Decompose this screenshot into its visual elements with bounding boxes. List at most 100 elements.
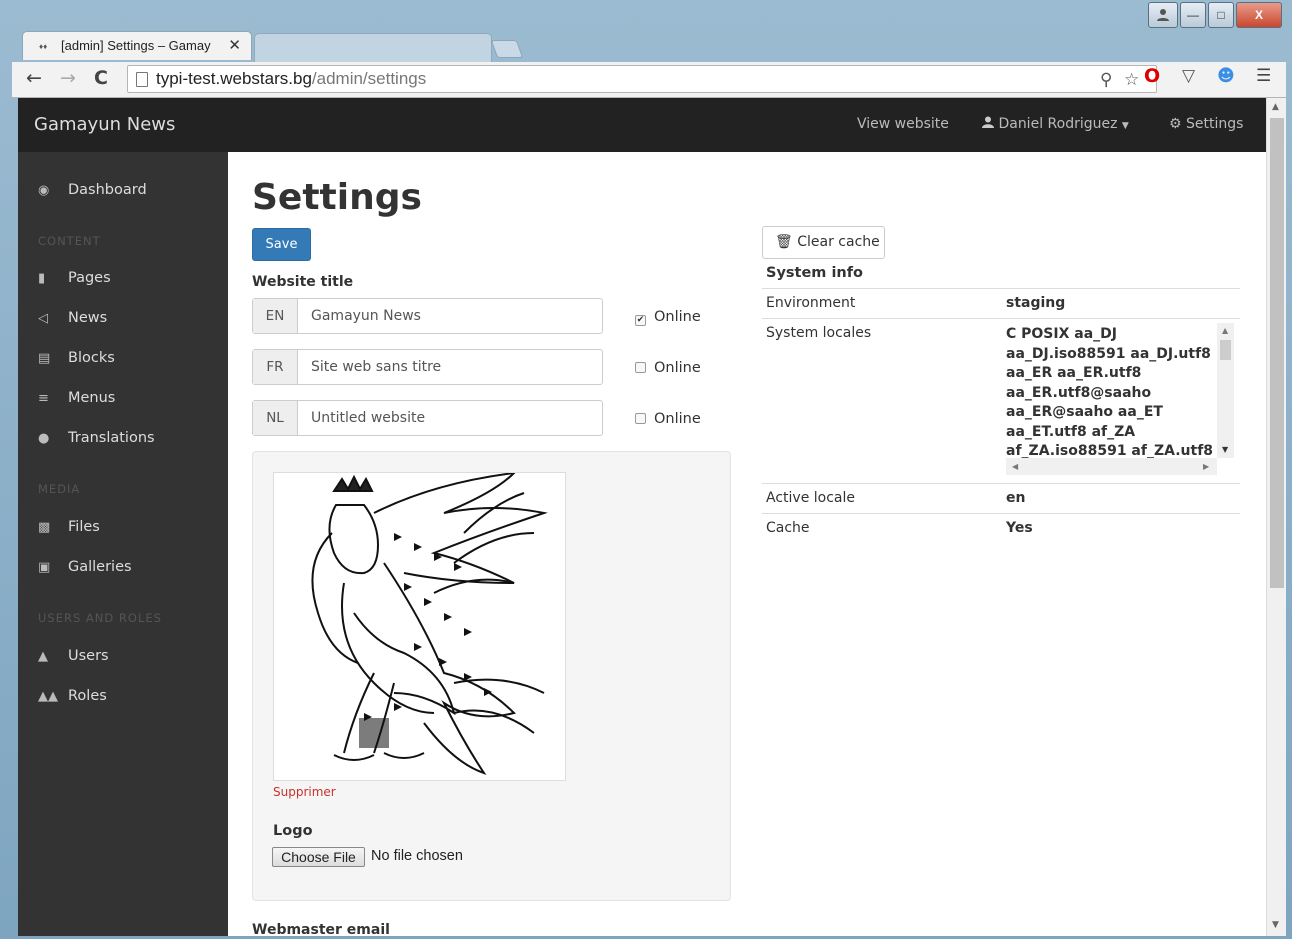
title-input-fr[interactable]: Site web sans titre (311, 359, 441, 375)
close-window-button[interactable]: X (1236, 2, 1282, 28)
sidebar-item-users[interactable]: ▲ Users (38, 648, 109, 670)
online-checkbox-en[interactable]: ✔ Online (635, 309, 715, 329)
menu-icon[interactable]: ☰ (1256, 66, 1271, 86)
profile-button[interactable] (1148, 2, 1178, 28)
online-checkbox-nl[interactable]: Online (635, 411, 715, 431)
user-icon (982, 116, 994, 128)
tab-title: [admin] Settings – Gamay (61, 38, 211, 53)
scroll-up-icon[interactable]: ▲ (1272, 102, 1279, 112)
scroll-right-icon[interactable]: ▶ (1203, 462, 1209, 471)
scroll-down-icon[interactable]: ▼ (1272, 920, 1279, 930)
sidebar-item-label: Menus (68, 390, 116, 406)
settings-link[interactable]: ⚙ Settings (1169, 116, 1243, 132)
page-scrollbar[interactable]: ▲ ▼ (1266, 98, 1286, 936)
checkbox-icon[interactable] (635, 362, 646, 373)
user-menu[interactable]: Daniel Rodriguez ▼ (982, 116, 1129, 132)
sidebar-heading-media: MEDIA (38, 482, 81, 496)
sidebar: ◉ Dashboard CONTENT ▮ Pages ◁ News ▤ Blocks … (18, 152, 228, 936)
logo-panel: Supprimer Logo Choose File No file chose… (252, 451, 731, 901)
page-viewport: Gamayun News View website Daniel Rodrigu… (18, 98, 1266, 936)
title-input-group-fr: FR Site web sans titre (252, 349, 603, 385)
back-arrow-icon[interactable]: ← (26, 67, 42, 89)
system-info-key: System locales (766, 325, 872, 341)
opera-extension-icon[interactable]: O (1144, 65, 1160, 87)
page-title: Settings (252, 177, 422, 218)
sidebar-item-news[interactable]: ◁ News (38, 310, 107, 332)
title-input-group-en: EN Gamayun News (252, 298, 603, 334)
user-name: Daniel Rodriguez (998, 116, 1118, 132)
file-icon: ▮ (38, 271, 46, 286)
sidebar-item-label: Pages (68, 270, 111, 286)
user-icon: ▲ (38, 649, 48, 664)
system-info-title: System info (766, 265, 864, 281)
choose-file-button[interactable]: Choose File (272, 847, 365, 867)
system-info-value: staging (1006, 295, 1066, 311)
minimize-button[interactable]: — (1180, 2, 1206, 28)
address-bar[interactable]: typi-test.webstars.bg/admin/settings ⚲ ☆ (127, 65, 1157, 93)
sidebar-item-dashboard[interactable]: ◉ Dashboard (38, 182, 147, 204)
browser-toolbar: ← → C typi-test.webstars.bg/admin/settin… (12, 62, 1286, 98)
clear-cache-label: Clear cache (797, 234, 880, 250)
sidebar-item-galleries[interactable]: ▣ Galleries (38, 559, 132, 581)
checkbox-icon[interactable] (635, 413, 646, 424)
title-input-nl[interactable]: Untitled website (311, 410, 425, 426)
webmaster-email-label: Webmaster email (252, 922, 390, 936)
browser-tab-active[interactable]: ♦♦ [admin] Settings – Gamay ✕ (22, 31, 252, 60)
sidebar-item-label: Users (68, 648, 109, 664)
checkbox-label: Online (654, 360, 701, 376)
url-host: typi-test.webstars.bg (156, 69, 312, 88)
shield-extension-icon[interactable]: ▽ (1182, 66, 1195, 86)
reload-icon[interactable]: C (94, 67, 108, 89)
sidebar-item-blocks[interactable]: ▤ Blocks (38, 350, 115, 372)
system-info-value: Yes (1006, 520, 1033, 536)
locales-horizontal-scrollbar[interactable]: ◀ ▶ (1006, 458, 1217, 475)
tab-close-icon[interactable]: ✕ (228, 36, 241, 54)
sidebar-item-files[interactable]: ▩ Files (38, 519, 100, 541)
sidebar-item-roles[interactable]: ▲▲ Roles (38, 688, 107, 710)
checkbox-checked-icon[interactable]: ✔ (635, 315, 646, 326)
file-image-icon: ▩ (38, 520, 51, 535)
online-checkbox-fr[interactable]: Online (635, 360, 715, 380)
locales-scrollbox[interactable]: C POSIX aa_DJ aa_DJ.iso88591 aa_DJ.utf8 … (1006, 323, 1235, 478)
system-info-key: Active locale (766, 490, 855, 506)
gamayun-bird-illustration (311, 471, 548, 775)
save-button[interactable]: Save (252, 228, 311, 261)
star-icon[interactable]: ☆ (1124, 70, 1139, 90)
zoom-icon[interactable]: ⚲ (1100, 70, 1112, 90)
sidebar-item-menus[interactable]: ≡ Menus (38, 390, 115, 412)
new-tab-button[interactable] (490, 40, 524, 58)
sidebar-item-label: Dashboard (68, 182, 147, 198)
scroll-down-icon[interactable]: ▼ (1222, 445, 1228, 454)
scroll-thumb[interactable] (1220, 340, 1231, 360)
top-navbar: Gamayun News View website Daniel Rodrigu… (18, 98, 1266, 152)
system-info-row-environment: Environment staging (762, 288, 1240, 318)
title-input-group-nl: NL Untitled website (252, 400, 603, 436)
title-input-en[interactable]: Gamayun News (311, 308, 421, 324)
lang-addon: NL (253, 401, 298, 435)
settings-label: Settings (1186, 116, 1244, 132)
sidebar-item-label: Files (68, 519, 100, 535)
scroll-up-icon[interactable]: ▲ (1222, 326, 1228, 335)
checkbox-label: Online (654, 411, 701, 427)
brand-link[interactable]: Gamayun News (34, 114, 175, 135)
locales-vertical-scrollbar[interactable]: ▲ ▼ (1217, 323, 1234, 458)
sidebar-item-label: News (68, 310, 108, 326)
sidebar-heading-users: USERS AND ROLES (38, 611, 162, 625)
scroll-left-icon[interactable]: ◀ (1012, 462, 1018, 471)
clear-cache-button[interactable]: 🗑 Clear cache (762, 226, 885, 259)
smiley-extension-icon[interactable]: ☻ (1217, 66, 1235, 86)
sidebar-item-translations[interactable]: ● Translations (38, 430, 155, 452)
page-scroll-thumb[interactable] (1270, 118, 1284, 588)
view-website-link[interactable]: View website (857, 116, 949, 132)
comments-icon: ● (38, 431, 50, 446)
lang-addon: FR (253, 350, 298, 384)
trash-icon: 🗑 (775, 234, 793, 250)
delete-logo-link[interactable]: Supprimer (273, 785, 336, 799)
browser-window: ♦♦ [admin] Settings – Gamay ✕ — □ X ← → … (0, 0, 1292, 939)
maximize-button[interactable]: □ (1208, 2, 1234, 28)
forward-arrow-icon[interactable]: → (60, 67, 76, 89)
browser-tab-inactive[interactable] (254, 33, 492, 62)
sidebar-item-label: Translations (68, 430, 155, 446)
sidebar-item-pages[interactable]: ▮ Pages (38, 270, 111, 292)
sidebar-item-label: Blocks (68, 350, 115, 366)
